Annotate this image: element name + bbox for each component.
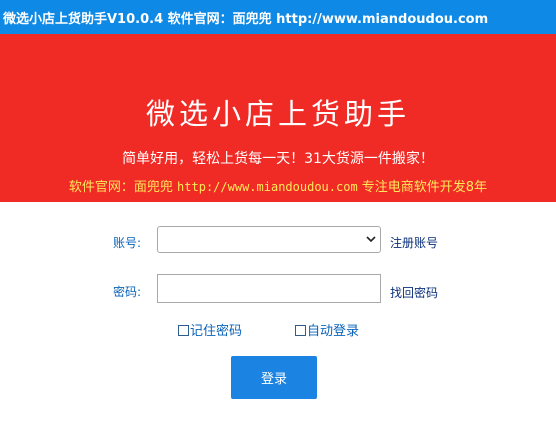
auto-login-label: 自动登录 xyxy=(307,324,360,339)
remember-password-checkbox[interactable]: 记住密码 xyxy=(178,320,242,339)
account-label: 账号: xyxy=(113,236,142,250)
register-account-link[interactable]: 注册账号 xyxy=(390,234,438,251)
account-select[interactable] xyxy=(157,226,381,253)
remember-password-label: 记住密码 xyxy=(190,324,243,339)
banner-title: 微选小店上货助手 xyxy=(145,97,410,131)
auto-login-checkbox[interactable]: 自动登录 xyxy=(295,320,359,339)
banner-site-suffix: 专注电商软件开发8年 xyxy=(357,180,488,195)
remember-password-box[interactable] xyxy=(178,325,189,336)
banner-slogan: 简单好用，轻松上货每一天！31大货源一件搬家！ xyxy=(122,151,434,167)
forgot-password-link[interactable]: 找回密码 xyxy=(390,284,438,301)
window-title: 微选小店上货助手V10.0.4 软件官网：面兜兜 http://www.mian… xyxy=(3,12,489,27)
password-field[interactable] xyxy=(157,274,381,303)
auto-login-box[interactable] xyxy=(295,325,306,336)
banner-site-url: http://www.miandoudou.com xyxy=(177,180,358,194)
banner-site-prefix: 软件官网：面兜兜 xyxy=(68,180,178,195)
login-button[interactable]: 登录 xyxy=(231,356,317,399)
password-label: 密码: xyxy=(113,285,142,299)
banner-site-info: 软件官网：面兜兜 http://www.miandoudou.com 专注电商软… xyxy=(0,176,556,195)
chevron-down-icon xyxy=(366,236,376,243)
title-bar: 微选小店上货助手V10.0.4 软件官网：面兜兜 http://www.mian… xyxy=(0,0,556,34)
